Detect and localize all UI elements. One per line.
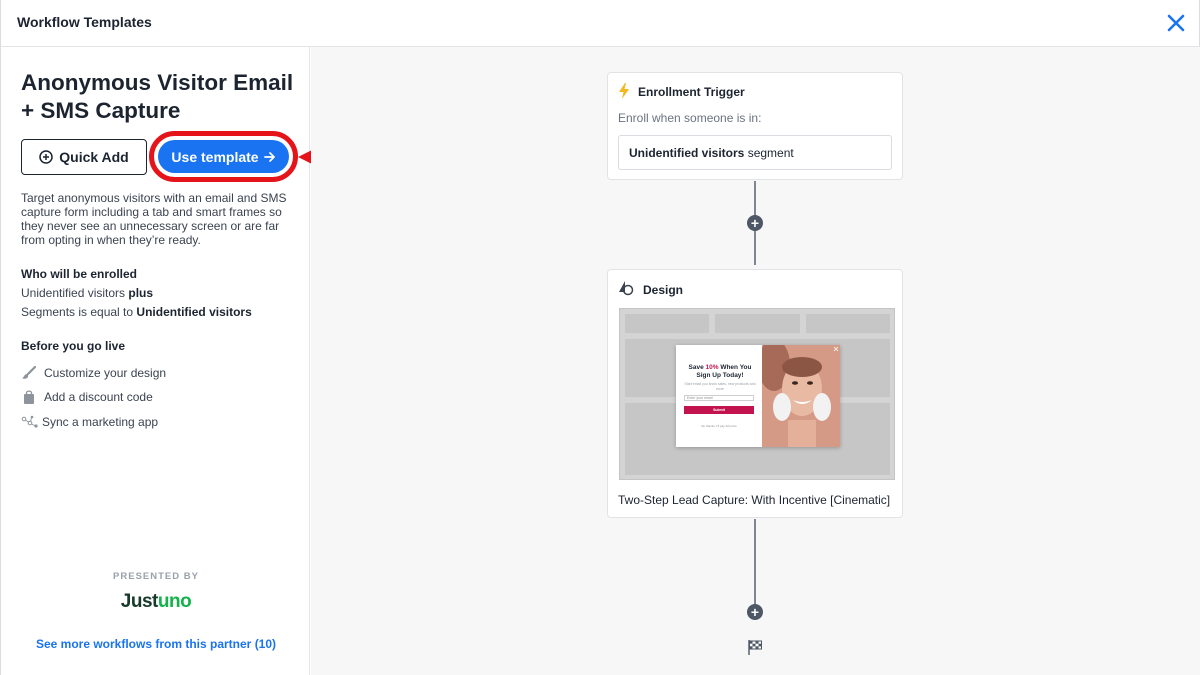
enrolled-line-2: Segments is equal to Unidentified visito…: [21, 305, 252, 319]
enrolled-line-1: Unidentified visitors plus: [21, 286, 153, 300]
annotation-highlight-ring: Use template: [149, 131, 298, 182]
enrolled-line-1-bold: plus: [128, 286, 154, 300]
before-live-heading: Before you go live: [21, 339, 126, 353]
integration-nodes-icon: [21, 415, 38, 428]
template-details-panel: Anonymous Visitor Email + SMS Capture Qu…: [0, 47, 310, 675]
modal-title: Workflow Templates: [17, 14, 152, 30]
use-template-button[interactable]: Use template: [158, 140, 289, 173]
workflow-canvas: Enrollment Trigger Enroll when someone i…: [311, 47, 1200, 675]
quick-add-button[interactable]: Quick Add: [21, 139, 147, 175]
design-caption: Two-Step Lead Capture: With Incentive [C…: [618, 493, 891, 507]
todo-item-discount: Add a discount code: [21, 390, 153, 404]
add-step-plus-icon[interactable]: +: [747, 215, 763, 231]
plus-circle-icon: [39, 150, 53, 164]
trigger-subtitle: Enroll when someone is in:: [618, 111, 762, 125]
popup-subtext: Start email you know sales, new products…: [684, 382, 756, 391]
paintbrush-icon: [22, 366, 37, 379]
enrolled-line-1-text: Unidentified visitors: [21, 286, 129, 300]
close-icon[interactable]: [1166, 13, 1186, 33]
popup-submit-button: Submit: [684, 406, 754, 414]
partner-logo-part-b: uno: [157, 591, 192, 612]
lightning-icon: [619, 83, 629, 99]
design-card[interactable]: Design Save 10% When You Sign Up Today! …: [607, 269, 903, 518]
mock-block: [715, 314, 800, 333]
presented-by-label: PRESENTED BY: [113, 571, 199, 582]
shopping-bag-icon: [24, 390, 34, 404]
partner-logo: Justuno: [1, 591, 311, 613]
todo-item-customize: Customize your design: [21, 366, 166, 380]
popup-headline: Save 10% When You Sign Up Today!: [682, 364, 758, 380]
enrolled-line-2-bold: Unidentified visitors: [136, 305, 252, 319]
shapes-icon: [619, 281, 634, 296]
modal-header: Workflow Templates: [0, 0, 1200, 47]
design-title: Design: [643, 283, 684, 297]
more-workflows-link[interactable]: See more workflows from this partner (10…: [1, 637, 311, 651]
headline-accent: 10%: [705, 364, 719, 371]
popup-decline-link: No thanks, I'll pay full price: [701, 424, 737, 428]
todo-item-sync: Sync a marketing app: [21, 415, 158, 429]
segment-suffix: segment: [744, 146, 794, 160]
use-template-label: Use template: [171, 148, 259, 165]
finish-flag-icon: [748, 640, 762, 655]
arrow-right-icon: [263, 151, 275, 162]
todo-label: Sync a marketing app: [42, 415, 159, 429]
connector-line: [754, 519, 756, 609]
add-step-plus-icon[interactable]: +: [747, 604, 763, 620]
segment-name: Unidentified visitors: [629, 146, 745, 160]
todo-label: Customize your design: [44, 366, 167, 380]
partner-logo-part-a: Just: [120, 591, 159, 612]
enrolled-heading: Who will be enrolled: [21, 267, 138, 281]
mock-block: [806, 314, 890, 333]
headline-a: Save: [688, 364, 706, 371]
todo-label: Add a discount code: [44, 390, 153, 404]
popup-form: Save 10% When You Sign Up Today! Start e…: [676, 345, 762, 447]
popup-email-input: Enter your email: [684, 395, 754, 401]
enrollment-trigger-card[interactable]: Enrollment Trigger Enroll when someone i…: [607, 72, 903, 180]
trigger-segment-box[interactable]: Unidentified visitors segment: [618, 135, 892, 170]
popup-photo-image: [762, 345, 840, 447]
design-preview-thumbnail[interactable]: Save 10% When You Sign Up Today! Start e…: [619, 308, 895, 480]
popup-preview: Save 10% When You Sign Up Today! Start e…: [676, 345, 840, 447]
trigger-title: Enrollment Trigger: [638, 85, 745, 99]
template-title: Anonymous Visitor Email + SMS Capture: [21, 70, 294, 123]
enrolled-line-2-text: Segments is equal to: [21, 305, 137, 319]
template-description: Target anonymous visitors with an email …: [21, 191, 287, 247]
quick-add-label: Quick Add: [59, 149, 129, 165]
mock-block: [625, 314, 709, 333]
